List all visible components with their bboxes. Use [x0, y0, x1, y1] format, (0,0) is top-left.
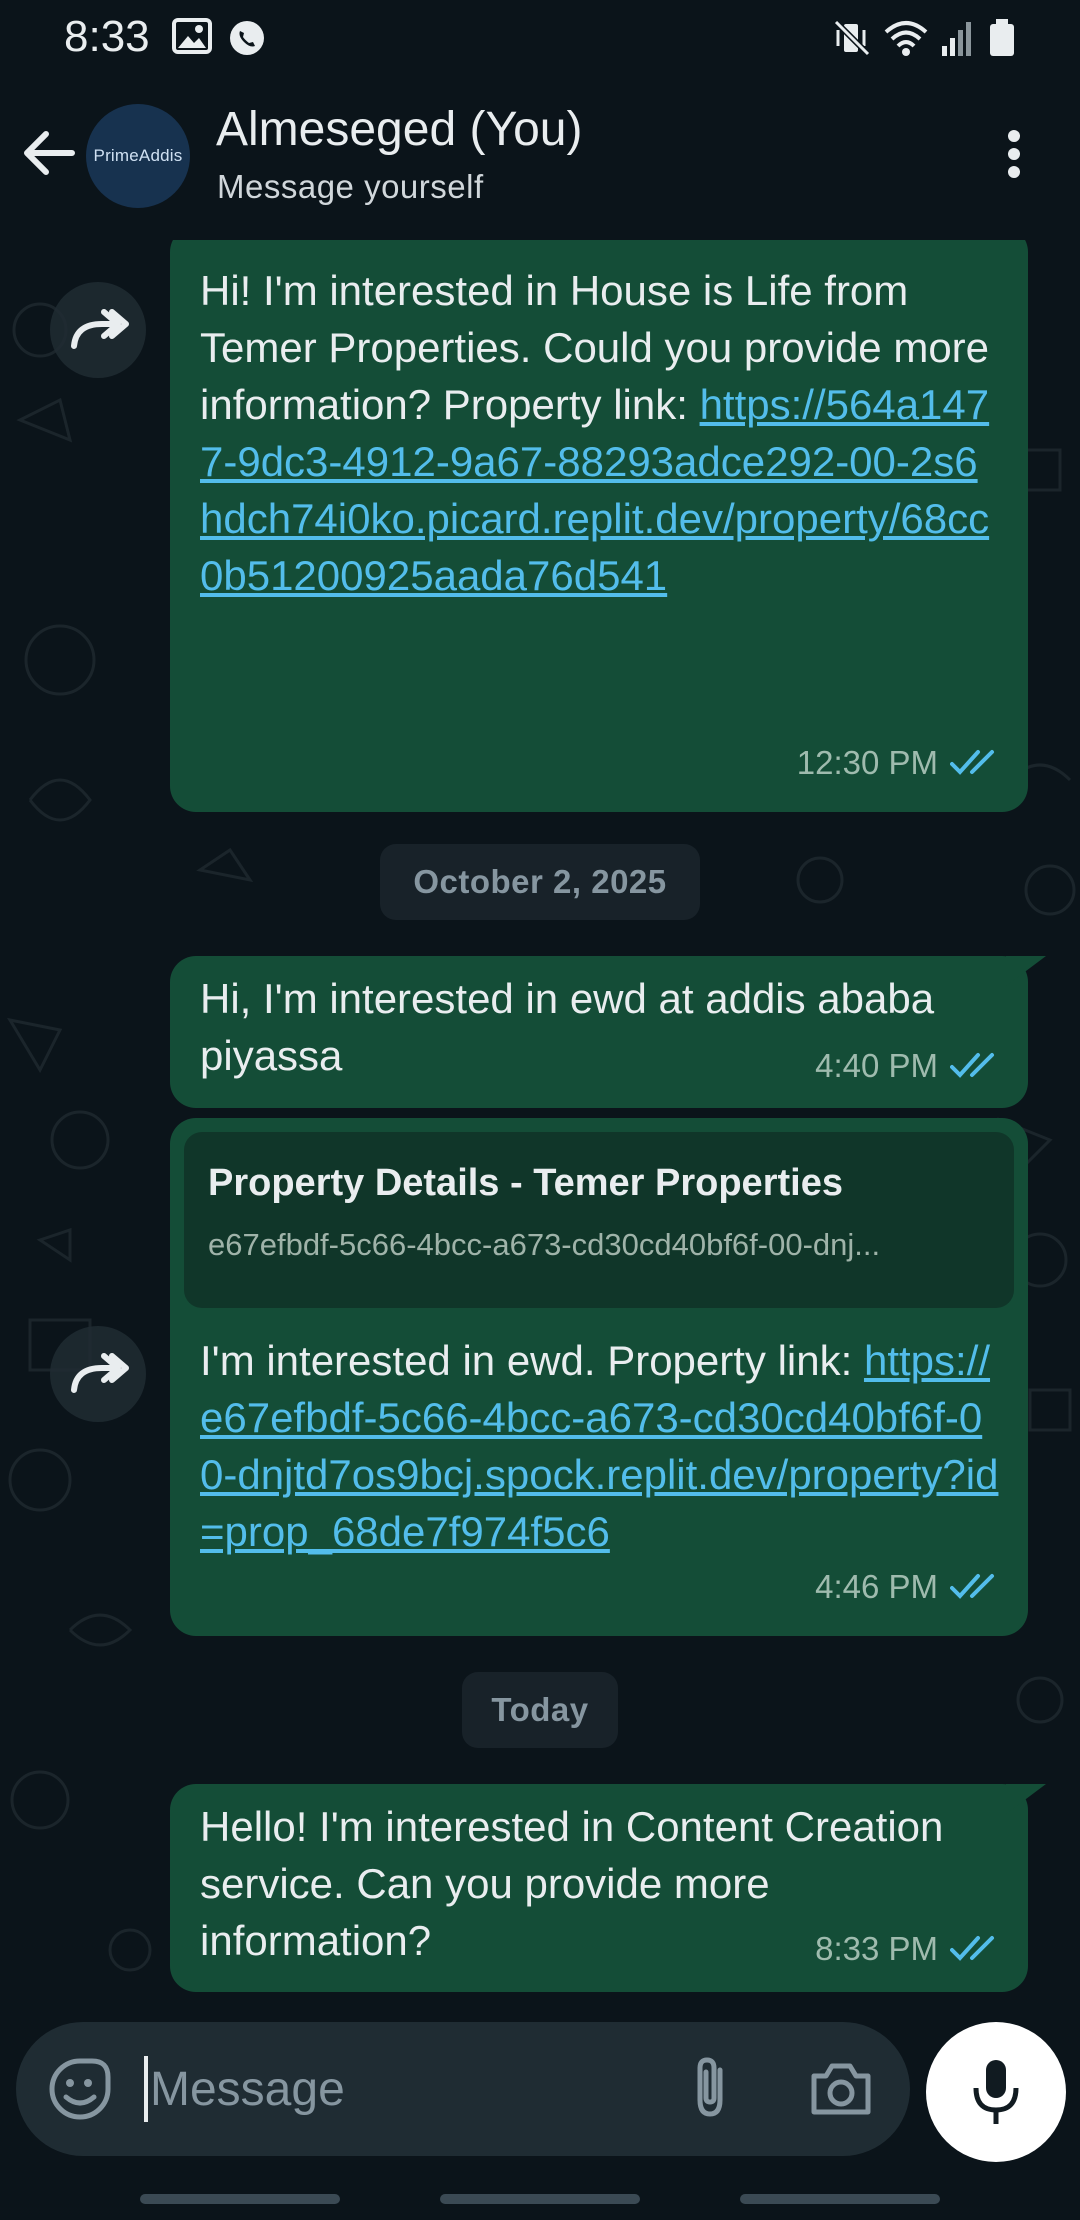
- double-check-icon: [950, 1053, 994, 1078]
- bubble-tail: [1006, 1784, 1046, 1814]
- double-check-icon: [950, 1936, 994, 1961]
- date-separator: Today: [462, 1672, 618, 1748]
- voice-record-button[interactable]: [926, 2022, 1066, 2162]
- link-preview[interactable]: Property Details - Temer Properties e67e…: [184, 1132, 1014, 1308]
- forward-button[interactable]: [50, 1326, 146, 1422]
- message-text: I'm interested in ewd. Property link: ht…: [200, 1332, 1000, 1560]
- compose-bar: [0, 2010, 1080, 2182]
- message-input-container[interactable]: [16, 2022, 910, 2156]
- message-meta: 12:30 PM: [797, 744, 1002, 782]
- system-nav-bar: [0, 2182, 1080, 2220]
- message-time: 8:33 PM: [815, 1930, 938, 1967]
- message-time: 4:40 PM: [815, 1047, 938, 1084]
- contact-subtitle: Message yourself: [217, 168, 484, 205]
- signal-icon: [942, 22, 971, 56]
- nav-back-button[interactable]: [740, 2194, 940, 2204]
- status-bar: 8:33: [0, 0, 1080, 72]
- message-meta: 4:46 PM: [815, 1568, 1002, 1606]
- status-time: 8:33: [64, 12, 150, 61]
- bubble-tail: [1006, 956, 1046, 986]
- attach-icon[interactable]: [676, 2052, 746, 2124]
- camera-icon[interactable]: [806, 2054, 876, 2124]
- nav-recents-button[interactable]: [140, 2194, 340, 2204]
- message-body: I'm interested in ewd. Property link:: [200, 1337, 864, 1384]
- microphone-icon: [973, 2060, 1019, 2124]
- whatsapp-icon: [230, 21, 264, 55]
- contact-name[interactable]: Almeseged (You): [216, 102, 582, 157]
- avatar-logo-text: PrimeAddis: [93, 146, 183, 165]
- wifi-icon: [884, 21, 928, 56]
- back-arrow-icon[interactable]: [14, 118, 84, 188]
- preview-url: e67efbdf-5c66-4bcc-a673-cd30cd40bf6f-00-…: [208, 1227, 881, 1262]
- chat-header: PrimeAddis Almeseged (You) Message yours…: [0, 72, 1080, 241]
- vibrate-mute-icon: [833, 19, 871, 57]
- preview-title: Property Details - Temer Properties: [208, 1162, 843, 1204]
- battery-icon: [990, 19, 1014, 56]
- message-input[interactable]: [150, 2048, 650, 2130]
- forward-icon: [71, 309, 129, 349]
- message-time: 12:30 PM: [796, 744, 938, 781]
- nav-home-button[interactable]: [440, 2194, 640, 2204]
- forward-icon: [71, 1353, 129, 1393]
- more-options-icon[interactable]: [990, 124, 1038, 184]
- message-bubble-outgoing[interactable]: Hi! I'm interested in House is Life from…: [170, 240, 1028, 812]
- message-bubble-outgoing[interactable]: Hello! I'm interested in Content Creatio…: [170, 1784, 1046, 1992]
- message-bubble-outgoing[interactable]: Hi, I'm interested in ewd at addis ababa…: [170, 956, 1046, 1108]
- text-cursor: [144, 2056, 148, 2122]
- message-time: 4:46 PM: [815, 1568, 938, 1605]
- chat-area[interactable]: Hi! I'm interested in House is Life from…: [0, 240, 1080, 2010]
- avatar[interactable]: PrimeAddis: [86, 104, 190, 208]
- message-meta: 4:40 PM: [815, 1047, 1002, 1085]
- sticker-emoji-icon[interactable]: [46, 2055, 114, 2123]
- message-bubble-outgoing[interactable]: Property Details - Temer Properties e67e…: [170, 1118, 1028, 1636]
- double-check-icon: [950, 750, 994, 775]
- forward-button[interactable]: [50, 282, 146, 378]
- date-separator: October 2, 2025: [380, 844, 700, 920]
- message-meta: 8:33 PM: [815, 1930, 1002, 1968]
- double-check-icon: [950, 1574, 994, 1599]
- message-text: Hi! I'm interested in House is Life from…: [200, 240, 998, 604]
- gallery-icon: [172, 18, 212, 54]
